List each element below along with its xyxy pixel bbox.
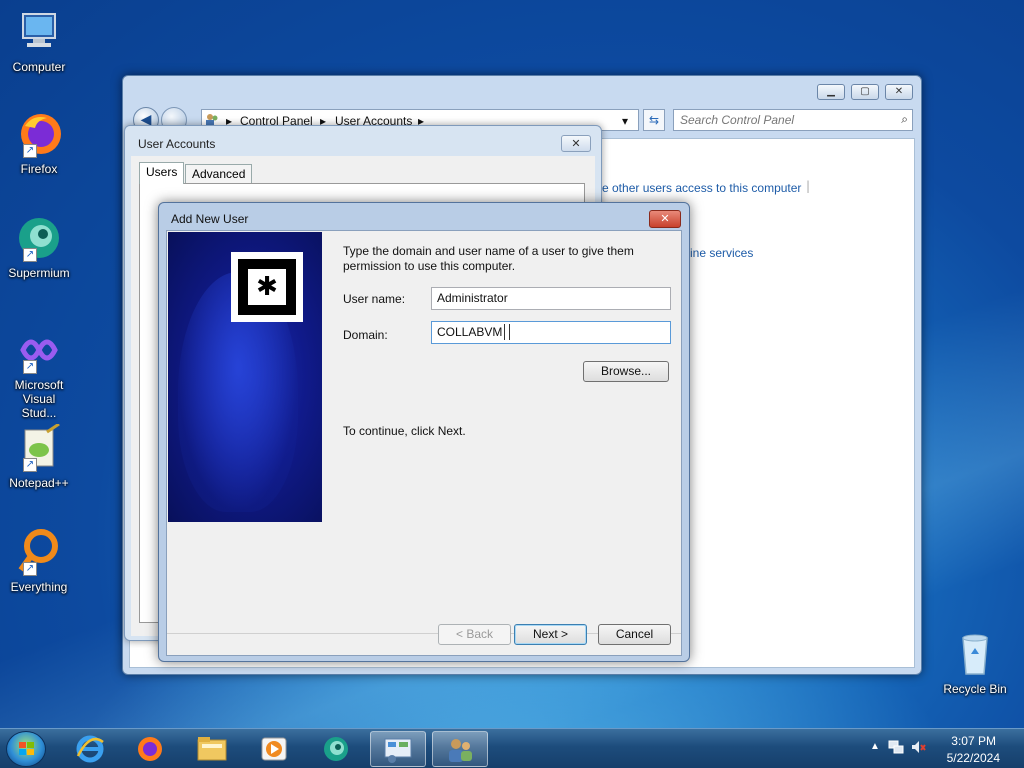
tab-users[interactable]: Users bbox=[139, 162, 185, 184]
instructions-text: Type the domain and user name of a user … bbox=[343, 244, 634, 273]
close-button[interactable]: ✕ bbox=[649, 210, 681, 228]
wizard-banner-image: ✱ bbox=[168, 232, 322, 522]
search-input[interactable]: Search Control Panel ⌕ bbox=[673, 109, 913, 131]
desktop-icon-visual-studio[interactable]: ↗ Microsoft Visual Stud... bbox=[4, 326, 74, 420]
taskbar-media-player[interactable] bbox=[246, 731, 302, 767]
taskbar-control-panel[interactable] bbox=[370, 731, 426, 767]
close-button[interactable]: ✕ bbox=[885, 84, 913, 100]
firefox-icon: ↗ bbox=[15, 110, 63, 158]
desktop-icon-notepadpp[interactable]: ↗ Notepad++ bbox=[4, 422, 74, 490]
taskbar-firefox[interactable] bbox=[122, 731, 178, 767]
add-new-user-body: ✱ Type the domain and user name of a use… bbox=[166, 230, 682, 656]
online-services-link[interactable]: ine services bbox=[690, 246, 753, 260]
notepadpp-icon: ↗ bbox=[15, 422, 63, 472]
taskbar-internet-explorer[interactable] bbox=[62, 731, 118, 767]
search-placeholder: Search Control Panel bbox=[680, 113, 795, 127]
desktop-icon-label: Computer bbox=[12, 60, 66, 74]
system-tray: ▲ 3:07 PM 5/22/2024 bbox=[854, 729, 1024, 768]
refresh-icon[interactable]: ⇆ bbox=[643, 109, 665, 131]
key-icon: ✱ bbox=[231, 252, 303, 322]
address-dropdown-icon[interactable]: ▾ bbox=[622, 114, 628, 128]
desktop-icon-label: Recycle Bin bbox=[943, 682, 1007, 696]
desktop-icon-supermium[interactable]: ↗ Supermium bbox=[4, 214, 74, 280]
desktop-icon-computer[interactable]: Computer bbox=[4, 8, 74, 74]
taskbar-file-explorer[interactable] bbox=[184, 731, 240, 767]
windows-logo-icon bbox=[19, 742, 34, 755]
start-button[interactable] bbox=[6, 731, 46, 767]
shortcut-arrow-icon: ↗ bbox=[23, 360, 37, 374]
user-accounts-icon bbox=[449, 739, 472, 762]
everything-icon: ↗ bbox=[15, 528, 63, 576]
computer-icon bbox=[15, 8, 63, 56]
add-new-user-dialog: Add New User ✕ ✱ Type the domain and use… bbox=[158, 202, 690, 662]
media-player-icon bbox=[261, 737, 287, 761]
taskbar-user-accounts[interactable] bbox=[432, 731, 488, 767]
shortcut-arrow-icon: ↗ bbox=[23, 458, 37, 472]
desktop-icon-label: Supermium bbox=[8, 266, 70, 280]
next-button[interactable]: Next > bbox=[514, 624, 587, 645]
close-button[interactable]: ✕ bbox=[561, 135, 591, 152]
cancel-button[interactable]: Cancel bbox=[598, 624, 671, 645]
shortcut-arrow-icon: ↗ bbox=[23, 248, 37, 262]
browse-button[interactable]: Browse... bbox=[583, 361, 669, 382]
supermium-icon bbox=[324, 737, 348, 761]
shortcut-arrow-icon: ↗ bbox=[23, 144, 37, 158]
recycle-bin-icon bbox=[951, 630, 999, 678]
file-explorer-icon bbox=[197, 737, 227, 761]
desktop-icon-label: Everything bbox=[10, 580, 68, 594]
desktop-icon-firefox[interactable]: ↗ Firefox bbox=[4, 110, 74, 176]
desktop-icon-everything[interactable]: ↗ Everything bbox=[4, 528, 74, 594]
continue-text: To continue, click Next. bbox=[343, 424, 466, 438]
clock-date[interactable]: 5/22/2024 bbox=[947, 751, 1000, 765]
internet-explorer-icon bbox=[76, 735, 104, 763]
manage-users-link[interactable]: e other users access to this computer bbox=[602, 181, 801, 195]
tab-label: Advanced bbox=[192, 167, 246, 181]
firefox-icon bbox=[138, 737, 162, 761]
text-cursor-icon bbox=[504, 324, 510, 340]
domain-label: Domain: bbox=[343, 328, 388, 342]
tab-label: Users bbox=[146, 165, 178, 179]
visual-studio-icon: ↗ bbox=[15, 326, 63, 374]
link-divider: | bbox=[806, 179, 811, 193]
user-name-field[interactable]: Administrator bbox=[431, 287, 671, 310]
desktop-icon-label: Microsoft Visual Stud... bbox=[14, 378, 64, 420]
user-name-label: User name: bbox=[343, 292, 406, 306]
maximize-button[interactable]: ▢ bbox=[851, 84, 879, 100]
dialog-title: User Accounts bbox=[138, 137, 216, 151]
desktop-icon-recycle-bin[interactable]: Recycle Bin bbox=[940, 630, 1010, 696]
network-icon[interactable] bbox=[888, 739, 904, 758]
shortcut-arrow-icon: ↗ bbox=[23, 562, 37, 576]
control-panel-titlebar[interactable]: ▁ ▢ ✕ bbox=[123, 76, 921, 106]
volume-muted-icon[interactable] bbox=[910, 739, 926, 758]
tab-advanced[interactable]: Advanced bbox=[185, 164, 253, 184]
domain-field[interactable]: COLLABVM bbox=[431, 321, 671, 344]
minimize-button[interactable]: ▁ bbox=[817, 84, 845, 100]
dialog-title: Add New User bbox=[171, 212, 249, 226]
search-icon[interactable]: ⌕ bbox=[901, 112, 908, 127]
taskbar-supermium[interactable] bbox=[308, 731, 364, 767]
clock-time[interactable]: 3:07 PM bbox=[951, 734, 996, 748]
taskbar: ▲ 3:07 PM 5/22/2024 bbox=[0, 728, 1024, 768]
control-panel-icon bbox=[384, 738, 412, 763]
back-button[interactable]: < Back bbox=[438, 624, 511, 645]
desktop-icon-label: Firefox bbox=[20, 162, 58, 176]
desktop-icon-label: Notepad++ bbox=[9, 476, 69, 490]
supermium-icon: ↗ bbox=[15, 214, 63, 262]
show-hidden-icons-icon[interactable]: ▲ bbox=[870, 741, 880, 752]
